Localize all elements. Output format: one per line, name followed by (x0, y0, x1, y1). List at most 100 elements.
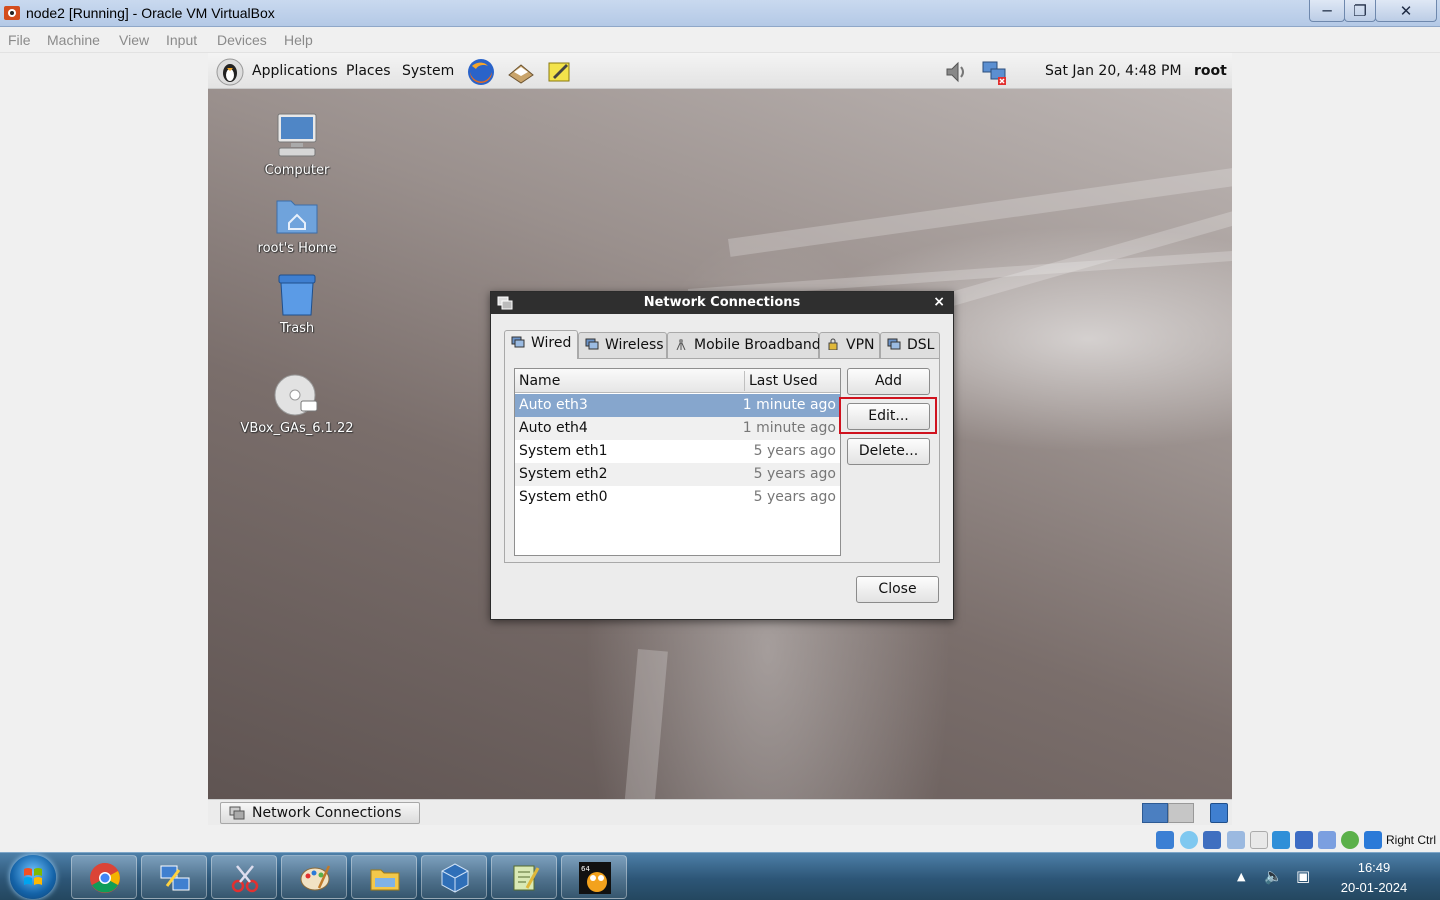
close-window-button[interactable]: ✕ (1375, 0, 1437, 22)
windows-taskbar: 64 ▲ 🔈 ▣ 16:49 20-01-2024 (0, 852, 1440, 900)
menu-devices[interactable]: Devices (217, 32, 267, 48)
tab-mobile-broadband[interactable]: Mobile Broadband (667, 332, 821, 358)
desktop-icon-label: VBox_GAs_6.1.22 (240, 421, 354, 436)
desktop-icon-cd[interactable]: VBox_GAs_6.1.22 (227, 373, 367, 436)
network-disconnected-icon[interactable] (980, 57, 1010, 87)
table-row[interactable]: System eth0 5 years ago (515, 486, 840, 509)
maximize-button[interactable]: ❐ (1344, 0, 1376, 22)
column-separator (744, 371, 745, 391)
host-key-label: Right Ctrl (1386, 833, 1437, 847)
dialog-close-icon[interactable]: × (933, 294, 945, 310)
menu-places[interactable]: Places (346, 63, 391, 79)
dialog-titlebar[interactable]: Network Connections × (491, 292, 953, 314)
hard-disk-icon[interactable] (1156, 831, 1174, 849)
taskbar-virtualbox[interactable] (421, 855, 487, 899)
windows-logo-icon (24, 868, 42, 885)
antenna-icon (676, 339, 686, 350)
scissors-icon (231, 865, 259, 893)
volume-icon[interactable] (941, 57, 971, 87)
menu-help[interactable]: Help (284, 32, 313, 48)
desktop-icon-label: Trash (279, 321, 315, 336)
firefox-icon[interactable] (466, 57, 496, 87)
table-row[interactable]: System eth2 5 years ago (515, 463, 840, 486)
menu-system[interactable]: System (402, 63, 454, 79)
minimize-icon: ─ (1322, 2, 1332, 20)
tray-network-icon[interactable]: ▣ (1296, 867, 1310, 885)
taskbar-chrome[interactable] (71, 855, 137, 899)
taskbar-paint[interactable] (281, 855, 347, 899)
guest-bottom-panel: Network Connections (208, 799, 1232, 825)
edit-button-highlight (839, 397, 937, 434)
folder-icon (370, 869, 400, 891)
network-icon (229, 806, 245, 820)
guest-additions-icon[interactable] (1341, 831, 1359, 849)
taskbar-snipping-tool[interactable] (211, 855, 277, 899)
menu-view[interactable]: View (119, 32, 149, 48)
desktop-icon-label: Computer (264, 163, 330, 178)
list-header: Name Last Used (515, 369, 840, 393)
home-folder-icon (276, 200, 318, 234)
window-title: node2 [Running] - Oracle VM VirtualBox (26, 5, 275, 21)
tray-clock[interactable]: 16:49 20-01-2024 (1332, 858, 1416, 898)
tab-vpn[interactable]: VPN (819, 332, 880, 358)
connections-list[interactable]: Name Last Used Auto eth3 1 minute ago Au… (514, 368, 841, 556)
optical-drive-icon[interactable] (1180, 831, 1198, 849)
tab-wired[interactable]: Wired (504, 330, 578, 359)
desktop-icon-home[interactable]: root's Home (227, 193, 367, 256)
add-button[interactable]: Add (847, 368, 930, 395)
penguin-menu-icon[interactable] (215, 57, 245, 87)
tray-expand-icon[interactable]: ▲ (1237, 870, 1245, 883)
tab-dsl[interactable]: DSL (880, 332, 940, 358)
column-header-name[interactable]: Name (519, 373, 560, 389)
mail-client-icon[interactable] (506, 57, 536, 87)
workspace-1[interactable] (1142, 803, 1168, 823)
panel-clock[interactable]: Sat Jan 20, 4:48 PM (1045, 63, 1182, 79)
tray-date: 20-01-2024 (1340, 880, 1408, 895)
network-status-icon[interactable] (1203, 831, 1221, 849)
menu-input[interactable]: Input (166, 32, 197, 48)
tab-wireless[interactable]: Wireless (578, 332, 667, 358)
restore-icon: ❐ (1353, 2, 1367, 20)
tray-volume-icon[interactable]: 🔈 (1264, 867, 1283, 885)
virtualbox-icon (441, 863, 469, 893)
mouse-integration-icon[interactable] (1364, 831, 1382, 849)
display-icon[interactable] (1272, 831, 1290, 849)
start-button[interactable] (10, 855, 56, 899)
column-header-last-used[interactable]: Last Used (749, 373, 818, 389)
dsl-network-icon (887, 338, 901, 350)
panel-user[interactable]: root (1194, 63, 1227, 79)
penguin-64-icon: 64 (579, 862, 611, 894)
close-icon: ✕ (1399, 2, 1413, 20)
wired-tab-panel: Name Last Used Auto eth3 1 minute ago Au… (504, 358, 940, 563)
close-button[interactable]: Close (856, 576, 939, 603)
desktop-icon-label: root's Home (257, 241, 337, 256)
usb-icon[interactable] (1227, 831, 1245, 849)
lock-icon (828, 338, 838, 350)
menu-machine[interactable]: Machine (47, 32, 100, 48)
delete-button[interactable]: Delete... (847, 438, 930, 465)
taskbar-item-network-connections[interactable]: Network Connections (220, 802, 420, 824)
recording-icon[interactable] (1295, 831, 1313, 849)
dialog-title: Network Connections (643, 295, 801, 310)
taskbar-putty-64[interactable]: 64 (561, 855, 627, 899)
wired-network-icon (511, 336, 525, 348)
shared-folders-icon[interactable] (1250, 831, 1268, 849)
menu-applications[interactable]: Applications (252, 63, 338, 79)
taskbar-remote-desktop[interactable] (141, 855, 207, 899)
taskbar-file-explorer[interactable] (351, 855, 417, 899)
network-connections-dialog: Network Connections × Wired Wireless Mob… (490, 291, 954, 620)
chrome-icon (90, 863, 120, 893)
table-row[interactable]: Auto eth3 1 minute ago (515, 394, 840, 417)
tray-time: 16:49 (1357, 860, 1391, 875)
text-editor-icon[interactable] (544, 57, 574, 87)
minimize-button[interactable]: ─ (1309, 0, 1345, 22)
table-row[interactable]: System eth1 5 years ago (515, 440, 840, 463)
trash-applet-icon[interactable] (1210, 803, 1228, 823)
workspace-2[interactable] (1168, 803, 1194, 823)
vt-x-icon[interactable] (1318, 831, 1336, 849)
desktop-icon-computer[interactable]: Computer (227, 111, 367, 178)
taskbar-notepad[interactable] (491, 855, 557, 899)
menu-file[interactable]: File (8, 32, 31, 48)
desktop-icon-trash[interactable]: Trash (227, 273, 367, 336)
table-row[interactable]: Auto eth4 1 minute ago (515, 417, 840, 440)
